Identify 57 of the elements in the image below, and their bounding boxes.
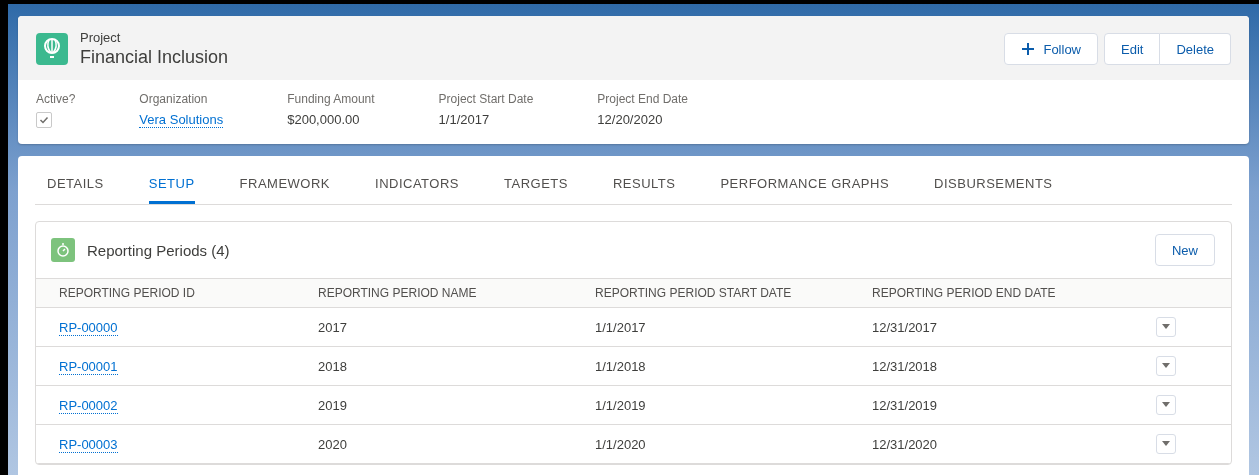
field-value: 1/1/2017: [438, 112, 491, 127]
action-button[interactable]: Delete: [1160, 33, 1231, 65]
plus-icon: [1021, 42, 1036, 56]
table-cell: 2018: [318, 358, 347, 374]
caret-down-icon: [1162, 324, 1170, 330]
checkbox[interactable]: [36, 112, 52, 128]
table-cell: 1/1/2019: [595, 397, 646, 413]
balloon-icon: [36, 33, 68, 65]
column-header: REPORTING PERIOD START DATE: [595, 286, 792, 300]
record-title: Financial Inclusion: [80, 47, 230, 68]
related-list-title: Reporting Periods (4): [87, 241, 231, 259]
table-cell: 2020: [318, 436, 347, 452]
organization-link[interactable]: Vera Solutions: [139, 112, 224, 128]
check-icon: [39, 115, 49, 125]
row-menu-button[interactable]: [1156, 395, 1176, 415]
table-cell: 2019: [318, 397, 347, 413]
follow-button[interactable]: Follow: [1004, 33, 1098, 65]
field-value: $200,000.00: [287, 112, 361, 127]
table-cell: 12/31/2017: [872, 319, 938, 335]
record-link[interactable]: RP-00000: [59, 319, 118, 336]
caret-down-icon: [1162, 402, 1170, 408]
field-label: Organization: [139, 92, 209, 106]
column-header: REPORTING PERIOD NAME: [318, 286, 477, 300]
new-button[interactable]: New: [1155, 234, 1215, 266]
field-value: 12/20/2020: [597, 112, 664, 127]
table-cell: 2017: [318, 319, 347, 335]
tab[interactable]: FRAMEWORK: [239, 156, 330, 204]
tab[interactable]: TARGETS: [504, 156, 568, 204]
caret-down-icon: [1162, 441, 1170, 447]
row-menu-button[interactable]: [1156, 434, 1176, 454]
action-button[interactable]: Edit: [1104, 33, 1161, 65]
row-menu-button[interactable]: [1156, 317, 1176, 337]
table-cell: 1/1/2020: [595, 436, 646, 452]
field-label: Project End Date: [597, 92, 689, 106]
tab[interactable]: SETUP: [148, 156, 195, 204]
tab[interactable]: DISBURSEMENTS: [934, 156, 1053, 204]
tab[interactable]: RESULTS: [612, 156, 676, 204]
table-cell: 12/31/2019: [872, 397, 938, 413]
table-cell: 1/1/2017: [595, 319, 646, 335]
field-label: Funding Amount: [287, 92, 375, 106]
table-cell: 1/1/2018: [595, 358, 646, 374]
table-cell: 12/31/2018: [872, 358, 938, 374]
column-header: REPORTING PERIOD END DATE: [872, 286, 1056, 300]
tab[interactable]: DETAILS: [47, 156, 104, 204]
table-cell: 12/31/2020: [872, 436, 938, 452]
record-link[interactable]: RP-00002: [59, 397, 118, 414]
field-label: Project Start Date: [438, 92, 534, 106]
record-link[interactable]: RP-00003: [59, 436, 118, 453]
caret-down-icon: [1162, 363, 1170, 369]
object-type-label: Project: [80, 30, 122, 45]
tab[interactable]: INDICATORS: [375, 156, 459, 204]
record-link[interactable]: RP-00001: [59, 358, 118, 375]
tab[interactable]: PERFORMANCE GRAPHS: [720, 156, 890, 204]
row-menu-button[interactable]: [1156, 356, 1176, 376]
field-label: Active?: [36, 92, 76, 106]
stopwatch-icon: [51, 238, 75, 262]
column-header: REPORTING PERIOD ID: [59, 286, 195, 300]
